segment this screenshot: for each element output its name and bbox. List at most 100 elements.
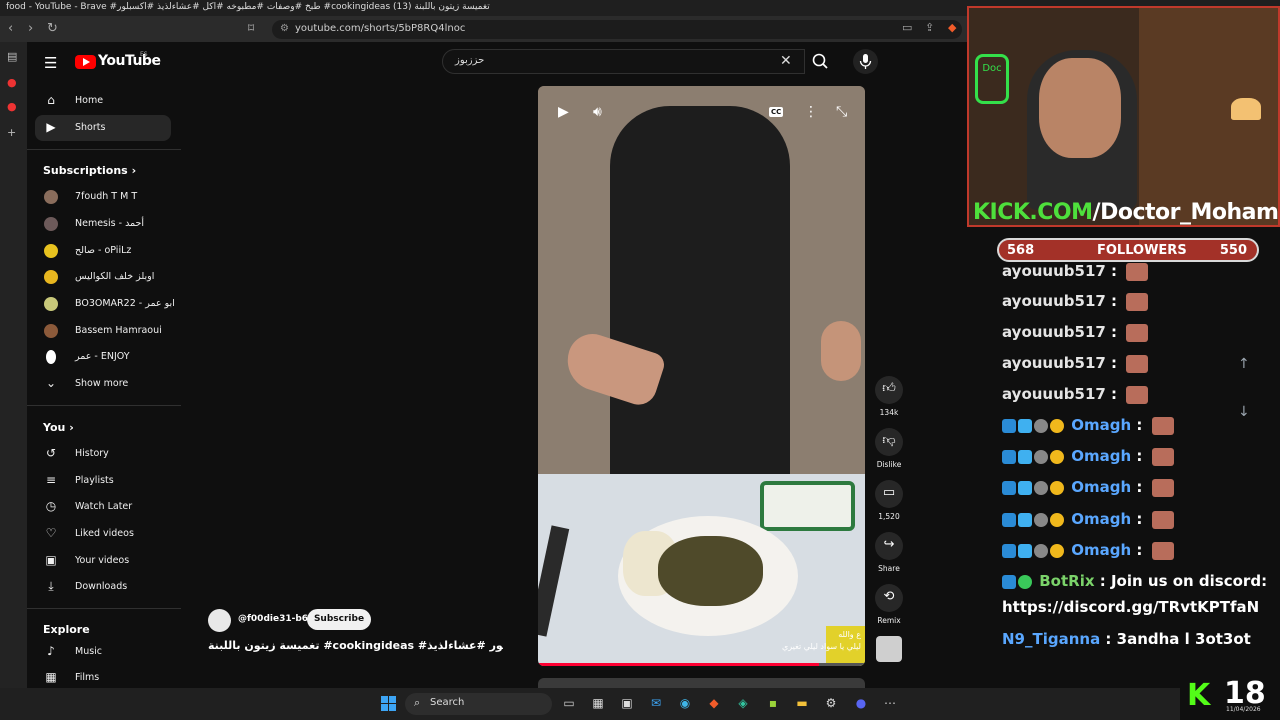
chat-user: ayouuub517 xyxy=(1002,354,1106,372)
closed-captions-button[interactable]: CC xyxy=(769,107,784,117)
subscriptions-heading[interactable]: Subscriptions › xyxy=(43,164,136,177)
guide-item-liked-videos[interactable]: ♡ Liked videos xyxy=(35,521,171,547)
site-info-icon[interactable]: ⚙ xyxy=(280,23,289,34)
play-icon[interactable]: ▶ xyxy=(558,104,569,120)
comments-button[interactable]: ▭ 1,520 xyxy=(875,480,903,521)
caption-line: ع والله xyxy=(838,630,861,639)
chat-message-bot: BotRix : Join us on discord: xyxy=(1002,572,1267,590)
menu-icon[interactable]: ☰ xyxy=(44,54,57,72)
discord-app-icon[interactable]: ● xyxy=(853,696,869,712)
subscription-label: عمر - ENJOY xyxy=(75,351,130,362)
cast-icon[interactable]: ▭ xyxy=(902,21,912,34)
chat-user: N9_Tiganna xyxy=(1002,630,1101,648)
subscription-item[interactable]: 7foudh T M T xyxy=(35,184,171,210)
search-button[interactable] xyxy=(805,49,837,74)
task-view-icon[interactable]: ▭ xyxy=(561,696,577,712)
badge-icon xyxy=(1002,480,1016,495)
forward-icon[interactable]: › xyxy=(28,21,33,36)
pycharm-app-icon[interactable]: ▪ xyxy=(765,696,781,712)
shorts-video-player[interactable]: ▶ 🔊︎ CC ⋮ ⤡ ع والله ليلي يا سواد ليلي تغ… xyxy=(538,86,865,666)
avatar xyxy=(44,324,58,338)
divider xyxy=(27,405,181,406)
sidebar-youtube-icon-2[interactable]: ● xyxy=(7,100,17,113)
subscription-item[interactable]: Nemesis - أحمد xyxy=(35,211,171,237)
video-progress-fill xyxy=(538,663,820,666)
app-grid-icon[interactable]: ⋯ xyxy=(882,696,898,712)
chevron-right-icon: › xyxy=(131,164,137,177)
you-heading[interactable]: You › xyxy=(43,421,74,434)
next-short-arrow-icon[interactable]: ↓ xyxy=(1238,404,1250,420)
subscription-item[interactable]: BO3OMAR22 - ابو عمر xyxy=(35,291,175,317)
sound-thumbnail[interactable] xyxy=(876,636,902,662)
previous-short-arrow-icon[interactable]: ↑ xyxy=(1238,356,1250,372)
channel-avatar[interactable] xyxy=(208,609,231,632)
subscription-item[interactable]: عمر - ENJOY xyxy=(35,344,171,370)
badge-icon xyxy=(1002,449,1016,464)
calendar-app-icon[interactable]: ▦ xyxy=(590,696,606,712)
guide-item-films[interactable]: ▦ Films xyxy=(35,665,171,688)
playlists-icon: ≡ xyxy=(45,473,57,487)
share-button[interactable]: ↪ Share xyxy=(875,532,903,573)
sidebar-add-icon[interactable]: + xyxy=(7,126,16,139)
back-icon[interactable]: ‹ xyxy=(8,21,13,36)
like-button[interactable]: 👍︎ 134k xyxy=(875,376,903,417)
fullscreen-icon[interactable]: ⤡ xyxy=(836,104,847,120)
sidebar-panel-icon[interactable]: ▤ xyxy=(7,50,17,63)
address-bar[interactable]: ⚙ youtube.com/shorts/5bP8RQ4lnoc xyxy=(272,20,962,39)
youtube-logo-icon[interactable] xyxy=(75,55,96,69)
reload-icon[interactable]: ↻ xyxy=(47,21,58,36)
guide-item-label: Your videos xyxy=(75,555,130,566)
brave-browser-icon[interactable]: ◆ xyxy=(706,696,722,712)
youtube-logo-text[interactable]: YouTube xyxy=(98,53,161,69)
guide-item-label: Liked videos xyxy=(75,528,134,539)
voice-search-button[interactable] xyxy=(853,49,878,74)
badge-icon xyxy=(1018,512,1032,527)
search-icon xyxy=(812,53,828,69)
clear-search-icon[interactable]: ✕ xyxy=(780,53,792,69)
brave-shield-icon[interactable]: ◆ xyxy=(948,21,956,34)
file-explorer-icon[interactable]: ▬ xyxy=(794,696,810,712)
guide-item-your-videos[interactable]: ▣ Your videos xyxy=(35,548,171,574)
chat-user: Omagh xyxy=(1071,510,1132,528)
remix-label: Remix xyxy=(877,616,901,625)
app-icon[interactable]: ◈ xyxy=(735,696,751,712)
search-input[interactable]: حززبوز xyxy=(442,49,805,74)
video-progress-bar[interactable] xyxy=(538,663,865,666)
bookmark-icon[interactable]: ⌑ xyxy=(248,21,254,35)
guide-item-playlists[interactable]: ≡ Playlists xyxy=(35,468,171,494)
windows-start-icon[interactable] xyxy=(381,696,397,712)
guide-item-history[interactable]: ↺ History xyxy=(35,441,171,467)
mail-app-icon[interactable]: ✉ xyxy=(648,696,664,712)
badge-icon xyxy=(1034,543,1048,558)
more-options-icon[interactable]: ⋮ xyxy=(804,104,818,120)
emote-icon xyxy=(1151,416,1174,435)
followers-current: 568 xyxy=(1007,243,1035,258)
dislike-button[interactable]: 👎︎ Dislike xyxy=(875,428,903,469)
volume-icon[interactable]: 🔊︎ xyxy=(593,104,602,120)
edge-browser-icon[interactable]: ◉ xyxy=(677,696,693,712)
guide-item-shorts[interactable]: ▶ Shorts xyxy=(35,115,171,141)
subscription-item[interactable]: صالح - oPiiLz xyxy=(35,238,171,264)
subscribe-button[interactable]: Subscribe xyxy=(307,609,371,630)
short-title[interactable]: تغميسة زيتون باللبنة #cookingideas #اكسب… xyxy=(208,639,503,652)
verified-icon xyxy=(1018,574,1032,589)
subscription-item[interactable]: اوبلز خلف الكواليس xyxy=(35,264,171,290)
subscription-label: BO3OMAR22 - ابو عمر xyxy=(75,298,175,309)
remix-button[interactable]: ⟲ Remix xyxy=(875,584,903,625)
guide-item-downloads[interactable]: ⤓ Downloads xyxy=(35,574,171,600)
subscription-item[interactable]: Bassem Hamraoui xyxy=(35,318,171,344)
channel-name[interactable]: @f00die31-b6y xyxy=(238,614,314,624)
guide-item-home[interactable]: ⌂ Home xyxy=(35,88,171,114)
terminal-app-icon[interactable]: ▣ xyxy=(619,696,635,712)
chat-user: Omagh xyxy=(1071,416,1132,434)
settings-icon[interactable]: ⚙ xyxy=(823,696,839,712)
show-more-button[interactable]: ⌄ Show more xyxy=(35,371,171,397)
guide-item-watch-later[interactable]: ◷ Watch Later xyxy=(35,494,171,520)
taskbar-search[interactable]: ⌕ Search xyxy=(405,693,552,715)
sidebar-youtube-icon[interactable]: ● xyxy=(7,76,17,89)
share-page-icon[interactable]: ⇪ xyxy=(925,21,934,34)
emote-icon xyxy=(1151,510,1174,529)
browser-sidebar: ▤ ● ● + xyxy=(0,42,27,688)
stream-channel-label: KICK.COM/Doctor_Mohamed xyxy=(973,200,1278,225)
guide-item-music[interactable]: ♪ Music xyxy=(35,639,171,665)
